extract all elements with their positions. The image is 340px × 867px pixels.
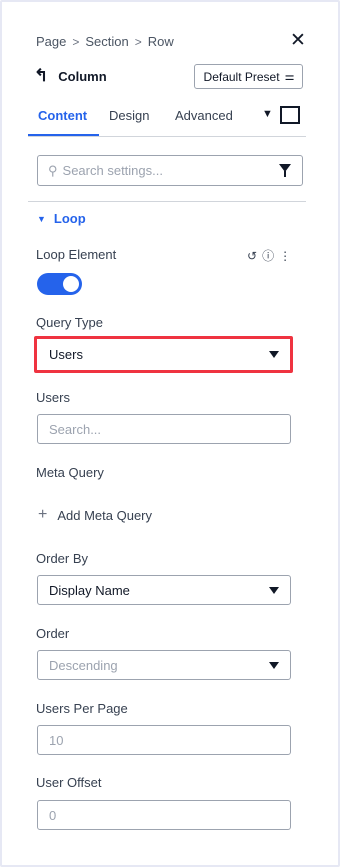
info-icon[interactable]: ⓘ <box>262 247 274 264</box>
back-button[interactable]: ↰ Column <box>34 67 107 85</box>
order-by-value: Display Name <box>49 582 130 598</box>
undo-arrow-icon: ↰ <box>34 66 49 85</box>
close-icon[interactable]: ✕ <box>288 30 308 52</box>
breadcrumb-section[interactable]: Section <box>85 34 128 49</box>
toggle-knob <box>63 276 79 292</box>
more-options-icon[interactable]: ⋮ <box>279 249 291 263</box>
order-value: Descending <box>49 657 118 673</box>
preset-label: Default Preset <box>203 69 280 84</box>
users-per-page-input[interactable]: 10 <box>37 725 291 755</box>
order-by-label: Order By <box>36 551 89 566</box>
filter-icon[interactable] <box>279 164 291 177</box>
divider <box>28 136 306 137</box>
caret-down-icon <box>269 662 279 669</box>
breadcrumb-row[interactable]: Row <box>148 34 174 49</box>
highlight-box <box>34 336 293 373</box>
order-by-select[interactable]: Display Name <box>37 575 291 605</box>
search-placeholder: Search settings... <box>62 163 163 178</box>
field-tools: ↺ ⓘ ⋮ <box>247 247 291 264</box>
section-title: Loop <box>53 211 86 226</box>
order-select[interactable]: Descending <box>37 650 291 680</box>
divider <box>28 201 306 202</box>
reset-icon[interactable]: ↺ <box>247 249 257 263</box>
tab-design[interactable]: Design <box>109 108 149 123</box>
user-offset-label: User Offset <box>36 775 102 790</box>
users-search-input[interactable]: Search... <box>37 414 291 444</box>
tab-advanced[interactable]: Advanced <box>175 108 233 123</box>
default-preset-button[interactable]: Default Preset ⚌ <box>194 64 303 89</box>
add-meta-query-button[interactable]: + Add Meta Query <box>38 507 152 523</box>
users-label: Users <box>36 390 70 405</box>
meta-query-label: Meta Query <box>36 465 104 480</box>
active-tab-indicator <box>28 134 99 136</box>
tabs-more-caret-icon[interactable]: ▼ <box>262 108 273 120</box>
user-offset-input[interactable]: 0 <box>37 800 291 830</box>
loop-element-label: Loop Element <box>36 247 117 262</box>
breadcrumb: Page > Section > Row <box>36 34 174 49</box>
caret-down-icon <box>269 587 279 594</box>
user-offset-placeholder: 0 <box>49 807 57 823</box>
panel-title: Column <box>58 68 107 84</box>
breadcrumb-separator: > <box>134 34 142 49</box>
loop-section-toggle[interactable]: ▼ Loop <box>37 211 86 226</box>
square-icon[interactable] <box>280 106 300 124</box>
query-type-label: Query Type <box>36 315 103 330</box>
users-per-page-placeholder: 10 <box>49 732 64 748</box>
breadcrumb-separator: > <box>72 34 80 49</box>
sliders-icon: ⚌ <box>284 71 295 83</box>
tab-content[interactable]: Content <box>38 108 87 123</box>
add-meta-query-label: Add Meta Query <box>57 507 152 523</box>
search-settings-input[interactable]: ⚲ Search settings... <box>37 155 303 186</box>
plus-icon: + <box>38 506 48 523</box>
caret-down-icon: ▼ <box>37 213 46 224</box>
order-label: Order <box>36 626 70 641</box>
breadcrumb-page[interactable]: Page <box>36 34 66 49</box>
search-icon: ⚲ <box>48 162 58 178</box>
users-per-page-label: Users Per Page <box>36 701 128 716</box>
users-search-placeholder: Search... <box>49 421 102 437</box>
loop-element-toggle[interactable] <box>37 273 82 295</box>
